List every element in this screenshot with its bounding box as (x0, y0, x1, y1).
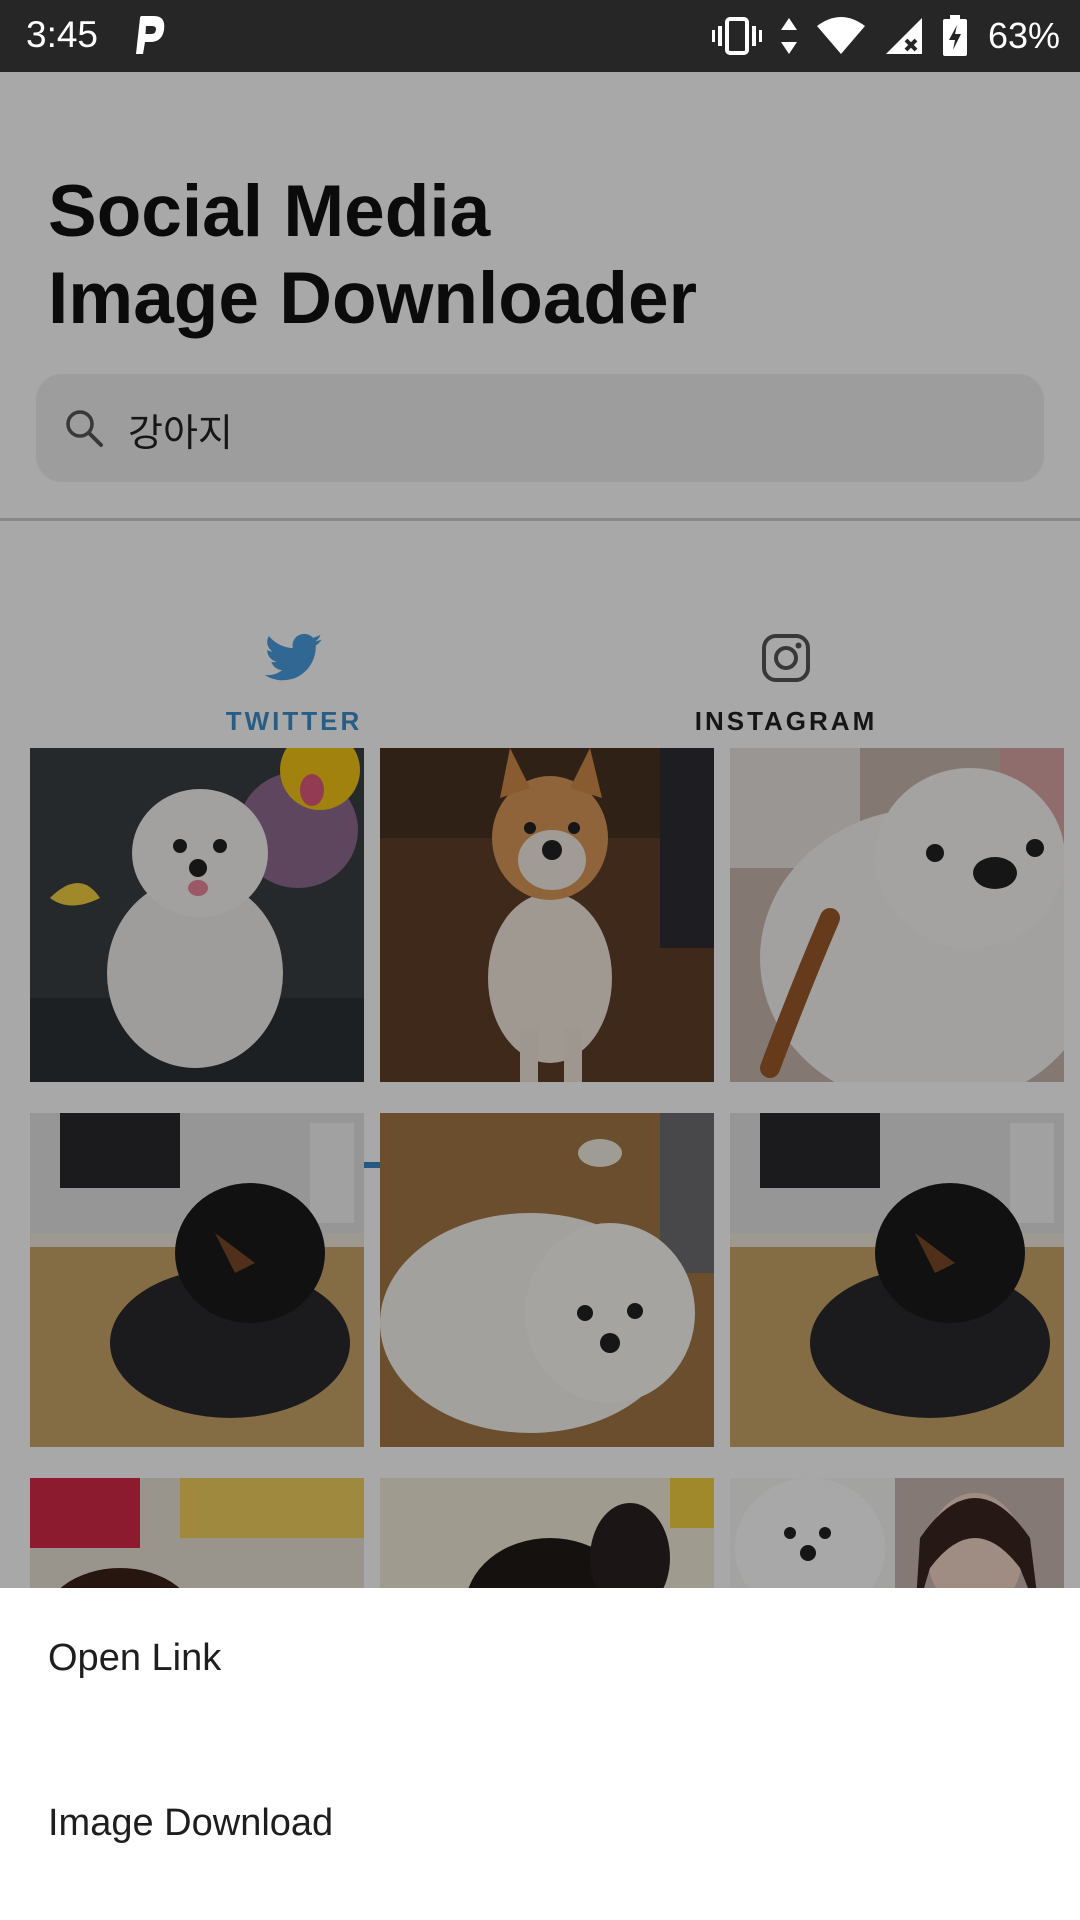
battery-charging-icon (942, 15, 967, 56)
signal-icon (885, 18, 922, 54)
data-arrows-icon (780, 18, 797, 54)
open-link-option[interactable]: Open Link (0, 1588, 1080, 1728)
status-bar: 3:45 63% (0, 0, 1080, 72)
status-icons: 63% (711, 12, 1060, 60)
vibrate-icon (711, 17, 762, 55)
modal-scrim[interactable] (0, 72, 1080, 1588)
status-time: 3:45 (26, 14, 99, 55)
wifi-icon (816, 17, 865, 54)
bottom-sheet: Open Link Image Download (0, 1588, 1080, 1920)
battery-percent: 63% (987, 15, 1060, 56)
image-download-option[interactable]: Image Download (0, 1753, 1080, 1893)
parking-p-icon (136, 16, 165, 54)
